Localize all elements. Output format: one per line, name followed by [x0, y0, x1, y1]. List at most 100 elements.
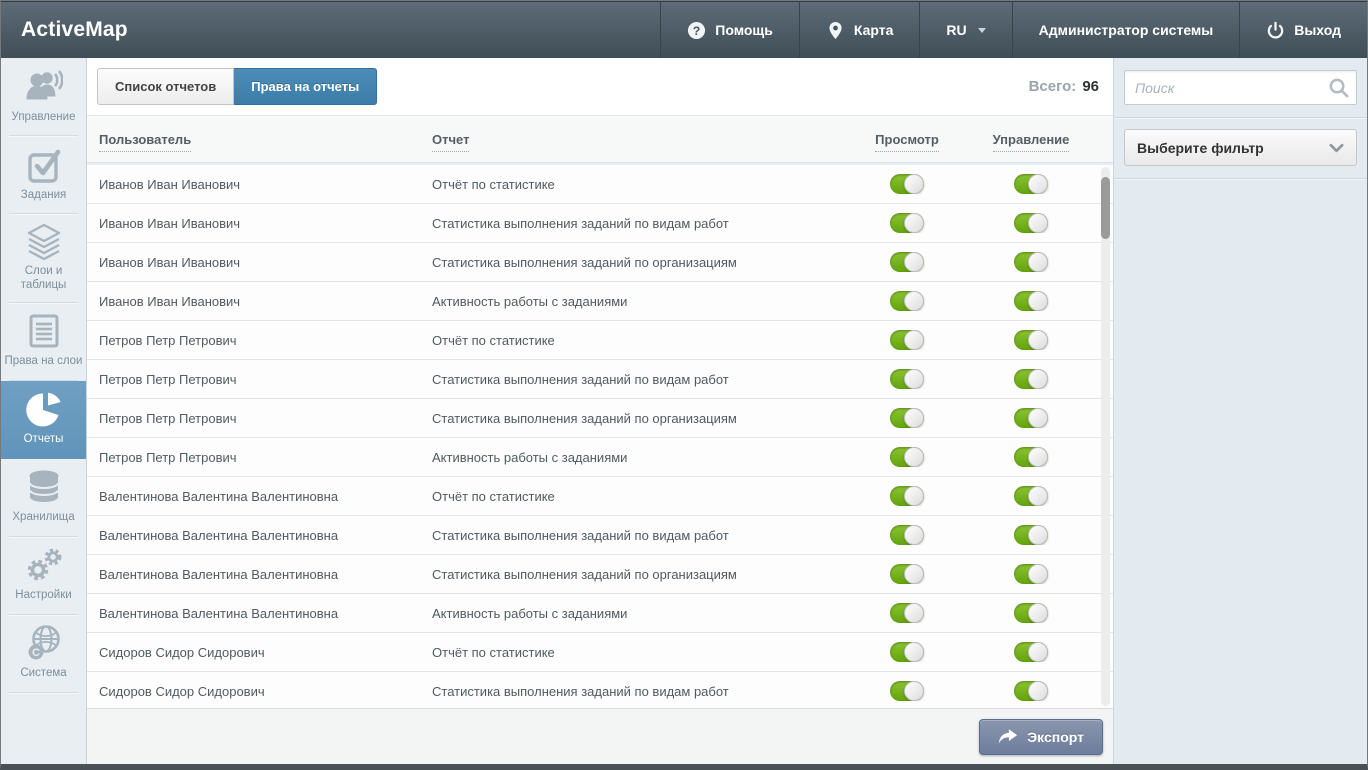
toggle-knob	[1028, 330, 1048, 350]
toggle-knob	[904, 369, 924, 389]
view-toggle[interactable]	[890, 486, 924, 506]
toggle-knob	[904, 408, 924, 428]
view-cell	[847, 447, 967, 467]
sidebar-item-label: Задания	[21, 189, 66, 203]
table-row: Валентинова Валентина ВалентиновнаАктивн…	[87, 594, 1113, 633]
table-row: Иванов Иван ИвановичОтчёт по статистике	[87, 165, 1113, 204]
view-toggle[interactable]	[890, 564, 924, 584]
header-item-help[interactable]: Помощь	[660, 2, 799, 58]
view-cell	[847, 369, 967, 389]
sidebar-item-settings[interactable]: Настройки	[1, 537, 86, 615]
report-cell: Отчёт по статистике	[432, 333, 847, 348]
manage-toggle[interactable]	[1014, 447, 1048, 467]
toggle-knob	[1028, 525, 1048, 545]
users-icon	[25, 68, 63, 106]
sidebar-item-label: Слои и таблицы	[3, 265, 84, 293]
view-toggle[interactable]	[890, 291, 924, 311]
report-cell: Статистика выполнения заданий по организ…	[432, 255, 847, 270]
map-pin-icon	[826, 21, 845, 40]
table-row: Сидоров Сидор СидоровичОтчёт по статисти…	[87, 633, 1113, 672]
manage-toggle[interactable]	[1014, 564, 1048, 584]
view-toggle[interactable]	[890, 681, 924, 701]
scrollbar-thumb[interactable]	[1101, 177, 1110, 239]
toggle-knob	[1028, 486, 1048, 506]
toggle-knob	[1028, 447, 1048, 467]
chevron-down-icon	[1329, 143, 1344, 153]
tab-report-rights[interactable]: Права на отчеты	[234, 68, 377, 105]
view-toggle[interactable]	[890, 330, 924, 350]
topbar-spacer	[128, 2, 660, 58]
view-toggle[interactable]	[890, 642, 924, 662]
panel-divider	[1114, 178, 1367, 179]
view-cell	[847, 603, 967, 623]
sidebar-item-label: Настройки	[15, 589, 71, 603]
filter-select[interactable]: Выберите фильтр	[1124, 129, 1357, 166]
user-cell: Петров Петр Петрович	[87, 372, 432, 387]
sidebar-item-system[interactable]: Система	[1, 615, 86, 693]
view-toggle[interactable]	[890, 252, 924, 272]
manage-toggle[interactable]	[1014, 525, 1048, 545]
header-item-logout[interactable]: Выход	[1239, 2, 1367, 58]
settings-icon	[25, 546, 63, 584]
toggle-knob	[904, 291, 924, 311]
power-icon	[1266, 21, 1285, 40]
view-cell	[847, 681, 967, 701]
view-toggle[interactable]	[890, 603, 924, 623]
manage-toggle[interactable]	[1014, 174, 1048, 194]
manage-toggle[interactable]	[1014, 642, 1048, 662]
manage-cell	[967, 330, 1095, 350]
sidebar-item-reports[interactable]: Отчеты	[1, 381, 86, 459]
view-toggle[interactable]	[890, 213, 924, 233]
sidebar-item-layers[interactable]: Слои и таблицы	[1, 214, 86, 303]
search-input[interactable]	[1124, 70, 1357, 105]
user-cell: Иванов Иван Иванович	[87, 294, 432, 309]
manage-cell	[967, 213, 1095, 233]
user-cell: Валентинова Валентина Валентиновна	[87, 528, 432, 543]
table-row: Сидоров Сидор СидоровичСтатистика выполн…	[87, 672, 1113, 708]
header-item-map[interactable]: Карта	[799, 2, 920, 58]
toggle-knob	[904, 252, 924, 272]
manage-toggle[interactable]	[1014, 369, 1048, 389]
layer-rights-icon	[25, 312, 63, 350]
user-cell: Валентинова Валентина Валентиновна	[87, 489, 432, 504]
view-toggle[interactable]	[890, 447, 924, 467]
table-body: Иванов Иван ИвановичОтчёт по статистикеИ…	[87, 163, 1113, 708]
report-cell: Активность работы с заданиями	[432, 450, 847, 465]
scrollbar-track	[1101, 167, 1110, 706]
manage-toggle[interactable]	[1014, 213, 1048, 233]
manage-toggle[interactable]	[1014, 486, 1048, 506]
tab-report-list[interactable]: Список отчетов	[97, 68, 234, 105]
toggle-knob	[904, 213, 924, 233]
sidebar-item-management[interactable]: Управление	[1, 58, 86, 136]
manage-toggle[interactable]	[1014, 252, 1048, 272]
sidebar-item-layer-rights[interactable]: Права на слои	[1, 303, 86, 381]
manage-toggle[interactable]	[1014, 291, 1048, 311]
sidebar-item-storage[interactable]: Хранилища	[1, 459, 86, 537]
manage-toggle[interactable]	[1014, 681, 1048, 701]
header-item-lang[interactable]: RU	[919, 2, 1011, 58]
manage-toggle[interactable]	[1014, 408, 1048, 428]
search-icon[interactable]	[1328, 77, 1349, 98]
table-row: Валентинова Валентина ВалентиновнаСтатис…	[87, 516, 1113, 555]
view-toggle[interactable]	[890, 174, 924, 194]
export-arrow-icon	[998, 728, 1018, 745]
toggle-knob	[1028, 369, 1048, 389]
manage-toggle[interactable]	[1014, 603, 1048, 623]
export-button[interactable]: Экспорт	[979, 719, 1103, 755]
report-cell: Статистика выполнения заданий по видам р…	[432, 216, 847, 231]
user-cell: Петров Петр Петрович	[87, 411, 432, 426]
view-toggle[interactable]	[890, 408, 924, 428]
user-cell: Валентинова Валентина Валентиновна	[87, 606, 432, 621]
user-cell: Иванов Иван Иванович	[87, 255, 432, 270]
app-logo: ActiveMap	[21, 18, 128, 42]
toggle-knob	[904, 174, 924, 194]
user-cell: Сидоров Сидор Сидорович	[87, 684, 432, 699]
power-icon	[1266, 21, 1285, 40]
manage-toggle[interactable]	[1014, 330, 1048, 350]
user-cell: Иванов Иван Иванович	[87, 177, 432, 192]
view-toggle[interactable]	[890, 369, 924, 389]
header-item-account[interactable]: Администратор системы	[1012, 2, 1240, 58]
sidebar-item-tasks[interactable]: Задания	[1, 136, 86, 214]
total-label: Всего:	[1029, 78, 1077, 95]
view-toggle[interactable]	[890, 525, 924, 545]
